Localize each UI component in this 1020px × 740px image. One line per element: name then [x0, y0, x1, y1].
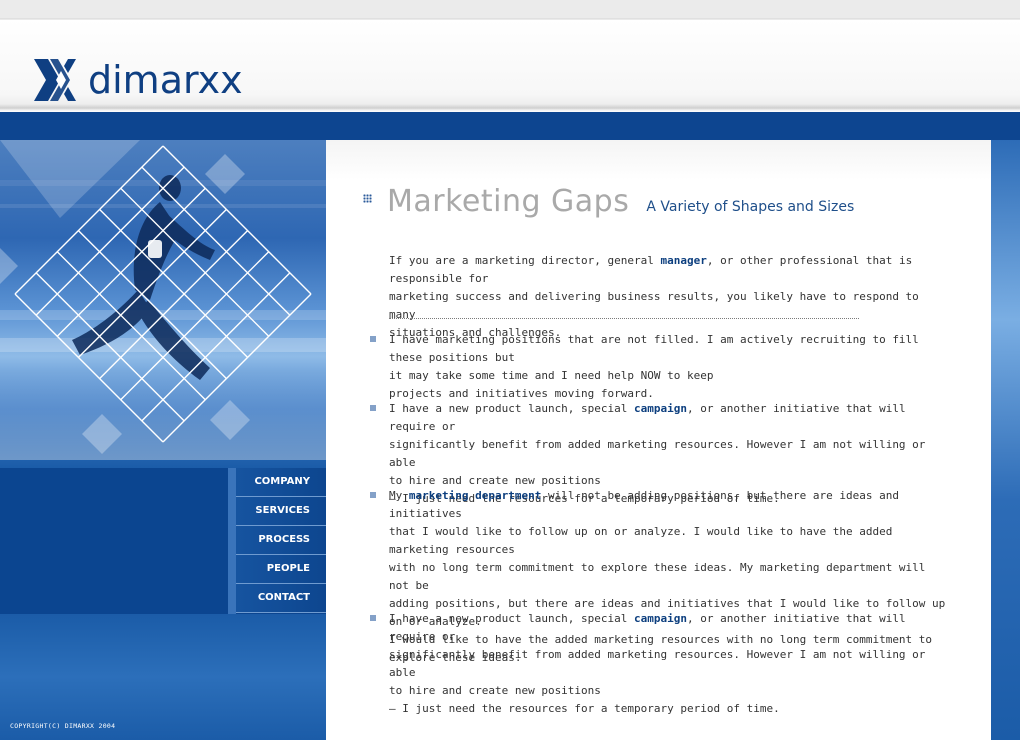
list-item-text-b: , or another initiative that will requir…: [389, 612, 926, 715]
brand-name: dimarxx: [88, 58, 243, 102]
intro-link-manager[interactable]: manager: [661, 254, 707, 267]
bullet-icon: [370, 405, 376, 411]
list-item-link-campaign[interactable]: campaign: [634, 402, 687, 415]
divider: [389, 318, 859, 319]
nav-accent-strip: [228, 468, 236, 614]
page-title: Marketing Gaps: [387, 184, 630, 219]
header-band: [0, 112, 1020, 140]
dimarxx-logo-icon: [34, 59, 76, 101]
nav-zone: COMPANY SERVICES PROCESS PEOPLE CONTACT: [0, 468, 326, 614]
list-item-link-campaign[interactable]: campaign: [634, 612, 687, 625]
site-header: dimarxx: [0, 0, 1020, 112]
main-content: Marketing Gaps A Variety of Shapes and S…: [326, 140, 991, 740]
nav-item-people[interactable]: PEOPLE: [236, 555, 326, 584]
copyright: COPYRIGHT(C) DIMARXX 2004: [10, 722, 116, 730]
intro-paragraph: If you are a marketing director, general…: [389, 252, 949, 342]
bullet-icon: [370, 492, 376, 498]
nav-item-services[interactable]: SERVICES: [236, 497, 326, 526]
nav-item-contact[interactable]: CONTACT: [236, 584, 326, 613]
title-bullet-icon: [363, 194, 372, 203]
nav-item-company[interactable]: COMPANY: [236, 468, 326, 497]
list-item-link-marketing-department[interactable]: marketing department: [409, 489, 541, 502]
intro-text-a: If you are a marketing director, general: [389, 254, 661, 267]
right-decoration: [991, 140, 1020, 740]
left-column: COMPANY SERVICES PROCESS PEOPLE CONTACT …: [0, 140, 326, 740]
list-item-text: I have marketing positions that are not …: [389, 333, 919, 400]
bullet-icon: [370, 615, 376, 621]
hero-graphic: [0, 140, 326, 460]
title-row: Marketing Gaps A Variety of Shapes and S…: [363, 184, 854, 219]
bullet-icon: [370, 336, 376, 342]
list-item-text: I have a new product launch, special: [389, 612, 635, 625]
list-item-text: I have a new product launch, special: [389, 402, 635, 415]
logo[interactable]: dimarxx: [34, 58, 243, 102]
list-item: I have a new product launch, special cam…: [389, 610, 949, 718]
list-item: I have marketing positions that are not …: [389, 331, 949, 403]
page-subtitle: A Variety of Shapes and Sizes: [646, 199, 855, 215]
nav-item-process[interactable]: PROCESS: [236, 526, 326, 555]
main-nav: COMPANY SERVICES PROCESS PEOPLE CONTACT: [236, 468, 326, 614]
hero-image: [0, 140, 326, 468]
list-item-text: My: [389, 489, 409, 502]
